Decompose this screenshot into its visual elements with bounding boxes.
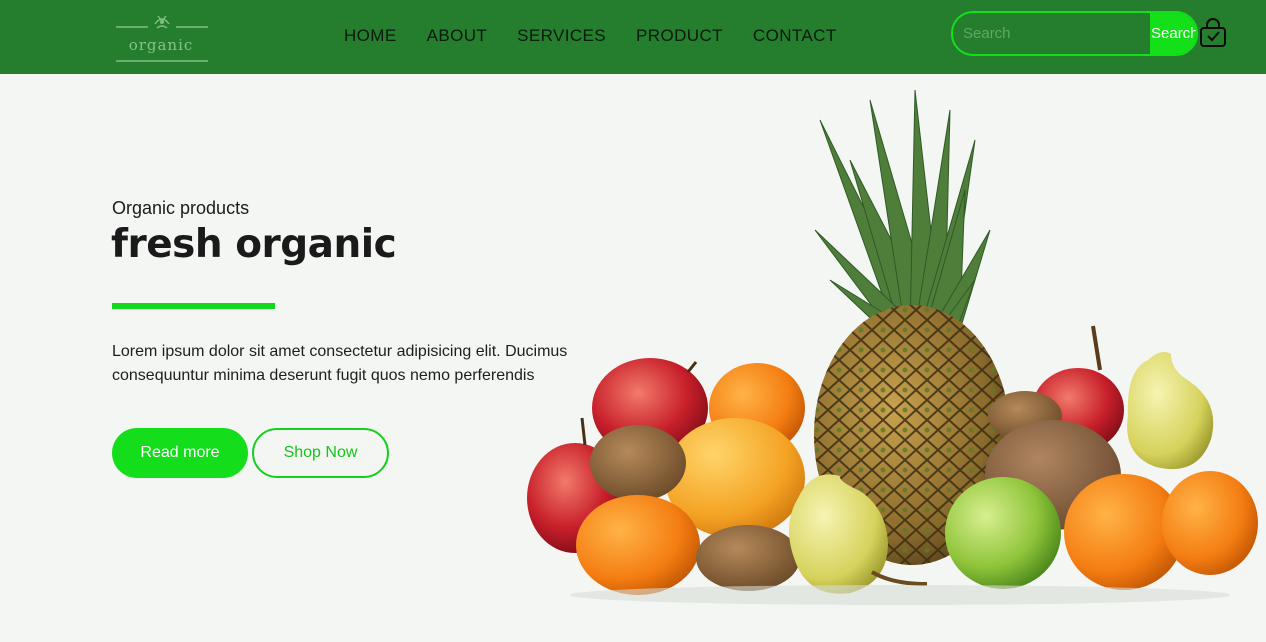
nav-contact[interactable]: CONTACT: [753, 24, 837, 48]
fruit-image: [527, 89, 1258, 605]
main-nav: HOME ABOUT SERVICES PRODUCT CONTACT: [344, 24, 867, 48]
nav-services[interactable]: SERVICES: [517, 24, 606, 48]
nav-about[interactable]: ABOUT: [427, 24, 488, 48]
logo-text: organic: [128, 36, 194, 54]
header: organic HOME ABOUT SERVICES PRODUCT CONT…: [0, 0, 1266, 74]
read-more-button[interactable]: Read more: [112, 428, 248, 478]
shopping-bag-icon[interactable]: [1198, 17, 1228, 49]
nav-product[interactable]: PRODUCT: [636, 24, 723, 48]
search-box: Search: [951, 11, 1198, 56]
hero-title: fresh organic: [111, 222, 397, 267]
shop-now-button[interactable]: Shop Now: [252, 428, 389, 478]
nav-home[interactable]: HOME: [344, 24, 397, 48]
search-input[interactable]: [953, 13, 1153, 54]
title-underline: [112, 303, 275, 309]
search-button[interactable]: Search: [1150, 13, 1196, 54]
logo[interactable]: organic: [114, 10, 210, 64]
hero-subtitle: Organic products: [112, 198, 250, 218]
